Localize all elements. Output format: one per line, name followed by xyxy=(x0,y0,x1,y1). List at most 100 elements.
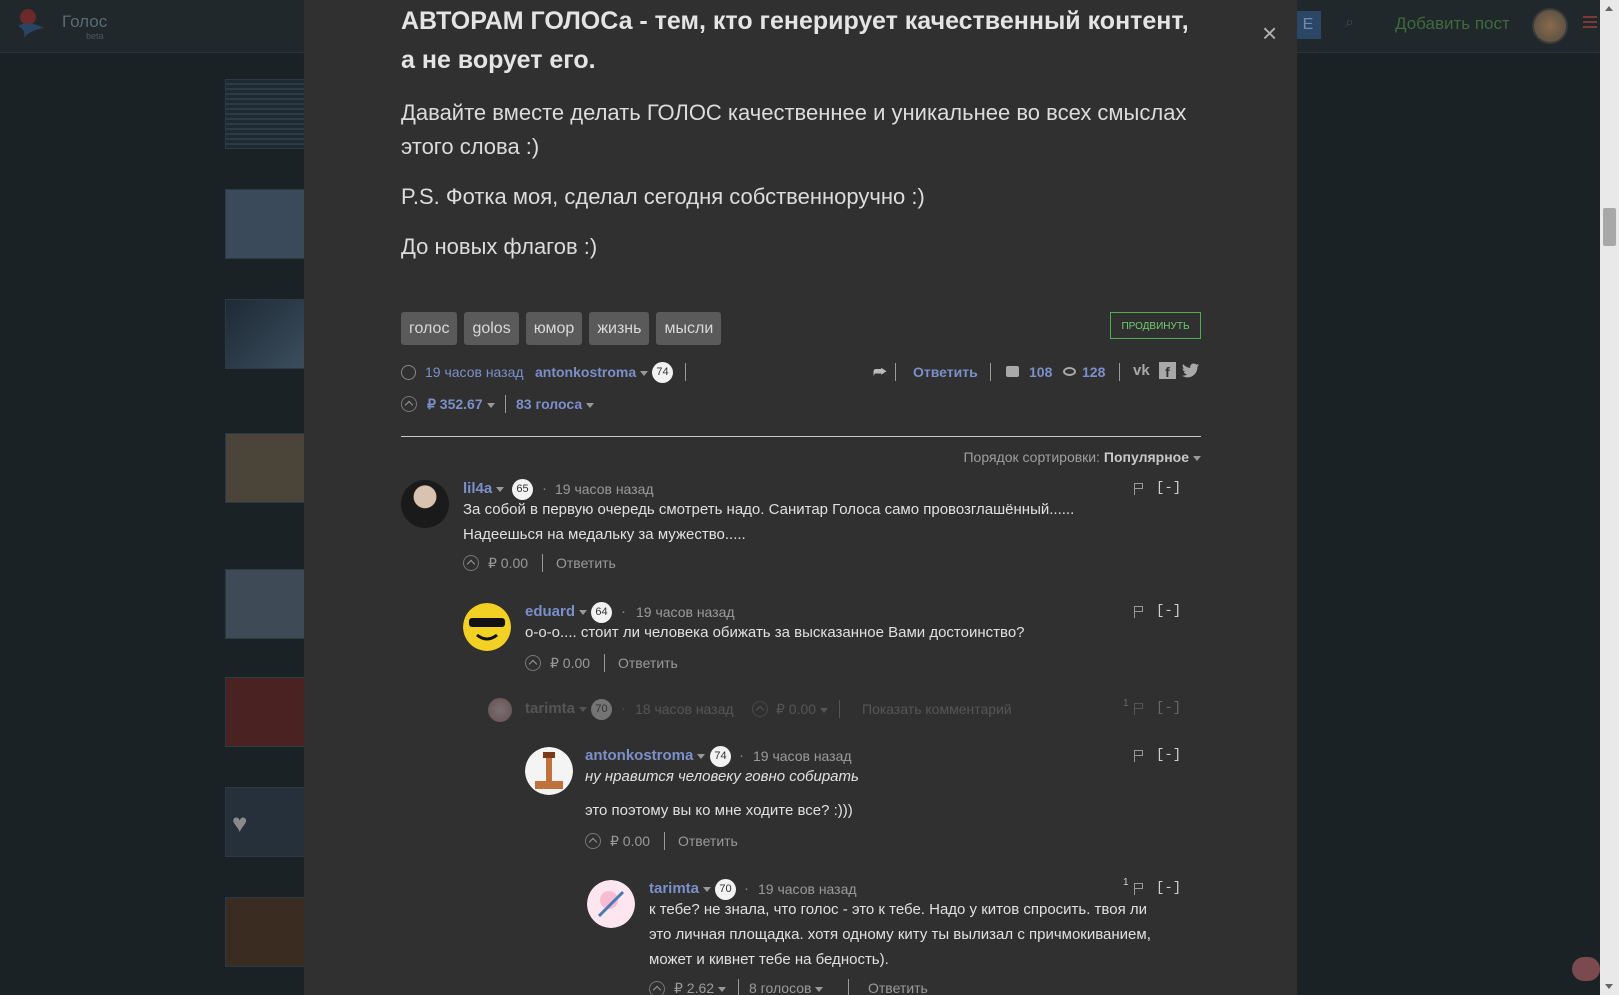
payout-value[interactable]: ₽ 2.62 xyxy=(674,980,714,995)
chevron-down-icon[interactable] xyxy=(640,370,649,376)
comment-author[interactable]: tarimta xyxy=(649,880,712,897)
comment-author[interactable]: antonkostroma xyxy=(585,747,706,764)
collapse-toggle[interactable]: [-] xyxy=(1156,880,1181,896)
comment-time[interactable]: 19 часов назад xyxy=(555,481,654,497)
scrollbar[interactable] xyxy=(1600,0,1619,995)
avatar[interactable] xyxy=(401,480,449,528)
post-author[interactable]: antonkostroma xyxy=(535,364,649,380)
comment-payout[interactable]: ₽ 0.00 xyxy=(776,701,829,718)
user-avatar[interactable] xyxy=(1532,8,1568,44)
votes-count[interactable]: 8 голосов xyxy=(749,980,824,995)
author-name[interactable]: antonkostroma xyxy=(585,747,693,764)
golos-logo-icon[interactable] xyxy=(14,6,48,40)
votes-value[interactable]: 83 голоса xyxy=(516,396,582,412)
comment-author[interactable]: eduard xyxy=(525,603,588,620)
reply-link[interactable]: Ответить xyxy=(678,833,738,849)
upvote-icon[interactable] xyxy=(752,701,768,717)
comment-payout[interactable]: ₽ 0.00 xyxy=(610,833,650,850)
feed-thumbnail[interactable] xyxy=(225,79,305,149)
chevron-down-icon[interactable] xyxy=(697,753,706,759)
feed-thumbnail[interactable] xyxy=(225,433,305,503)
tag[interactable]: жизнь xyxy=(589,312,650,345)
flag-icon[interactable] xyxy=(1134,750,1144,762)
chevron-down-icon[interactable] xyxy=(815,986,824,992)
chevron-down-icon[interactable] xyxy=(496,486,505,492)
avatar[interactable] xyxy=(525,747,573,795)
collapse-toggle[interactable]: [-] xyxy=(1156,603,1181,619)
collapse-toggle[interactable]: [-] xyxy=(1156,480,1181,496)
tag[interactable]: golos xyxy=(464,312,519,345)
tag[interactable]: мысли xyxy=(656,312,722,345)
logo-text[interactable]: Голос xyxy=(62,12,107,32)
tag[interactable]: голос xyxy=(401,312,458,345)
payout-value[interactable]: ₽ 352.67 xyxy=(427,396,483,412)
facebook-icon[interactable]: f xyxy=(1159,362,1176,380)
share-icon[interactable]: ⮫ xyxy=(873,364,887,381)
feed-thumbnail[interactable] xyxy=(225,569,305,639)
upvote-icon[interactable] xyxy=(585,833,601,849)
scroll-down-icon[interactable] xyxy=(1605,984,1613,989)
comment-payout[interactable]: ₽ 0.00 xyxy=(488,555,528,572)
comment-time[interactable]: 19 часов назад xyxy=(753,748,852,764)
close-icon[interactable]: × xyxy=(1262,20,1277,46)
upvote-icon[interactable] xyxy=(401,396,417,412)
promote-button[interactable]: ПРОДВИНУТЬ xyxy=(1110,312,1201,339)
reply-link[interactable]: Ответить xyxy=(556,555,616,571)
reply-link[interactable]: Ответить xyxy=(868,980,928,995)
add-post-link[interactable]: Добавить пост xyxy=(1395,14,1510,34)
comment-payout[interactable]: ₽ 2.62 xyxy=(674,980,727,995)
vk-icon[interactable]: vk xyxy=(1133,362,1150,379)
author-name[interactable]: eduard xyxy=(525,603,575,620)
upvote-icon[interactable] xyxy=(525,655,541,671)
collapse-toggle[interactable]: [-] xyxy=(1156,700,1181,716)
chevron-down-icon[interactable] xyxy=(703,886,712,892)
collapse-toggle[interactable]: [-] xyxy=(1156,747,1181,763)
chevron-down-icon[interactable] xyxy=(820,707,829,713)
tag[interactable]: юмор xyxy=(525,312,583,345)
flag-icon[interactable] xyxy=(1134,703,1144,715)
chevron-down-icon[interactable] xyxy=(718,986,727,992)
menu-icon[interactable] xyxy=(1583,16,1597,30)
payout-value[interactable]: ₽ 0.00 xyxy=(776,701,816,717)
post-payout[interactable]: ₽ 352.67 xyxy=(427,396,495,413)
header-button[interactable]: E xyxy=(1295,11,1321,39)
avatar[interactable] xyxy=(587,880,635,928)
feed-thumbnail[interactable] xyxy=(225,897,305,967)
author-name[interactable]: tarimta xyxy=(525,700,575,717)
avatar[interactable] xyxy=(488,698,512,722)
comment-author[interactable]: lil4a xyxy=(463,480,505,497)
feed-thumbnail[interactable] xyxy=(225,189,305,259)
chevron-down-icon[interactable] xyxy=(486,402,495,408)
scroll-thumb[interactable] xyxy=(1603,208,1616,246)
chevron-down-icon[interactable] xyxy=(579,609,588,615)
show-comment-link[interactable]: Показать комментарий xyxy=(862,701,1012,717)
comments-count[interactable]: 108 xyxy=(1029,364,1052,380)
post-votes-count[interactable]: 83 голоса xyxy=(516,396,595,412)
chevron-down-icon[interactable] xyxy=(586,402,595,408)
flag-icon[interactable] xyxy=(1134,606,1144,618)
votes-value[interactable]: 8 голосов xyxy=(749,980,811,995)
comment-payout[interactable]: ₽ 0.00 xyxy=(550,655,590,672)
comment-time[interactable]: 19 часов назад xyxy=(636,604,735,620)
upvote-icon[interactable] xyxy=(463,555,479,571)
feed-thumbnail[interactable] xyxy=(225,299,305,369)
flag-icon[interactable] xyxy=(1134,883,1144,895)
sort-value[interactable]: Популярное xyxy=(1104,449,1201,465)
reply-link[interactable]: Ответить xyxy=(618,655,678,671)
comment-author[interactable]: tarimta xyxy=(525,700,588,717)
reply-link[interactable]: Ответить xyxy=(913,364,978,380)
avatar[interactable] xyxy=(463,603,511,651)
upvote-icon[interactable] xyxy=(649,981,665,995)
author-name[interactable]: lil4a xyxy=(463,480,492,497)
chat-icon[interactable] xyxy=(1572,957,1600,981)
sort-control[interactable]: Порядок сортировки: Популярное xyxy=(963,449,1201,465)
scroll-up-icon[interactable] xyxy=(1605,6,1613,11)
chevron-down-icon[interactable] xyxy=(1193,455,1201,461)
chevron-down-icon[interactable] xyxy=(579,706,588,712)
comments-icon[interactable] xyxy=(1006,366,1019,377)
twitter-icon[interactable] xyxy=(1182,363,1200,378)
author-name[interactable]: antonkostroma xyxy=(535,364,636,380)
comment-time[interactable]: 19 часов назад xyxy=(758,881,857,897)
author-name[interactable]: tarimta xyxy=(649,880,699,897)
post-time[interactable]: 19 часов назад xyxy=(425,364,524,380)
